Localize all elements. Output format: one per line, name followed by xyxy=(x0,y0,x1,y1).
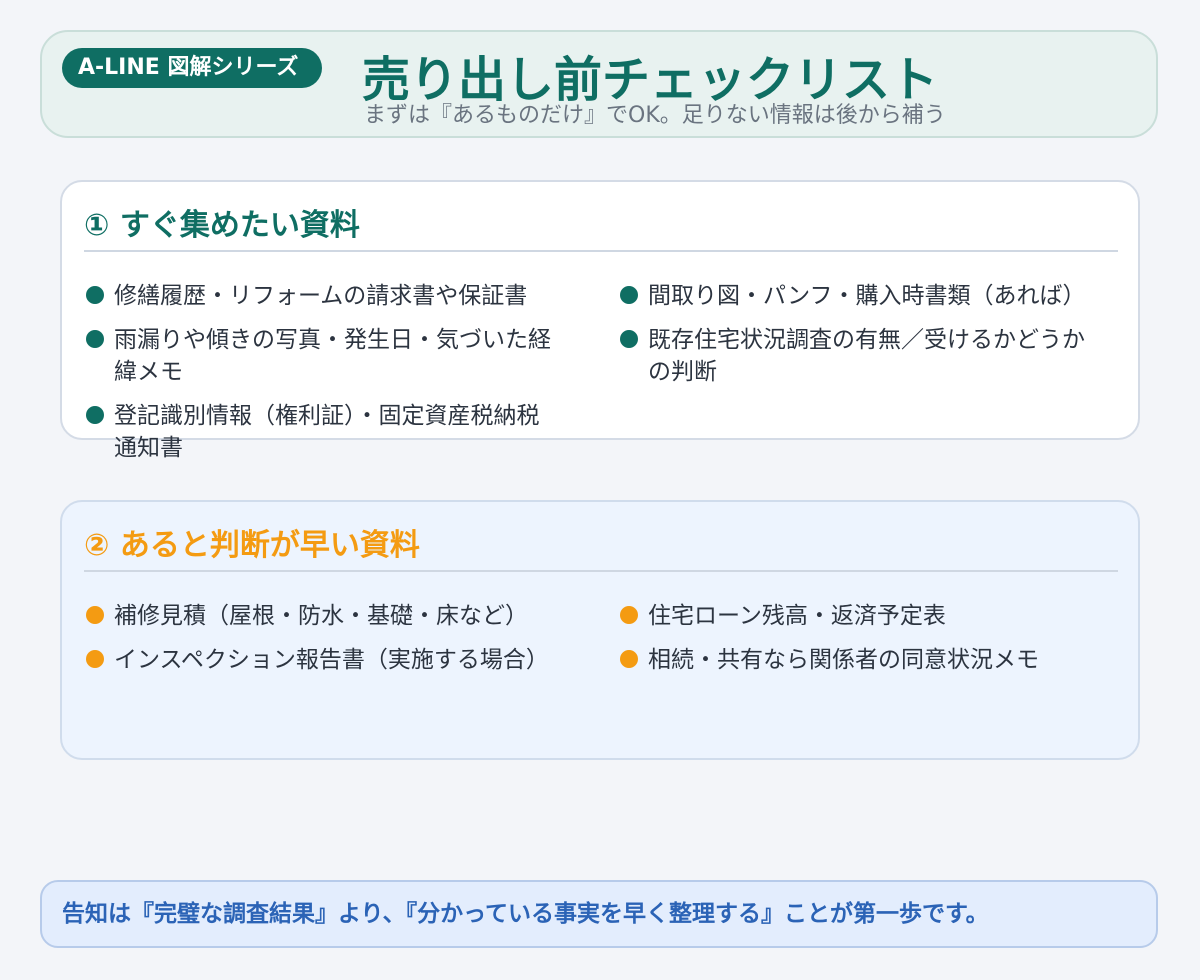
list-item: 住宅ローン残高・返済予定表 xyxy=(618,600,1088,632)
section-divider xyxy=(84,570,1118,572)
list-item: 登記識別情報（権利証）・固定資産税納税通知書 xyxy=(84,400,554,464)
list-item: 補修見積（屋根・防水・基礎・床など） xyxy=(84,600,554,632)
page-subtitle: まずは『あるものだけ』でOK。足りない情報は後から補う xyxy=(364,103,946,128)
list-item-text: 住宅ローン残高・返済予定表 xyxy=(648,603,946,629)
right-column: 間取り図・パンフ・購入時書類（あれば） 既存住宅状況調査の有無／受けるかどうかの… xyxy=(618,280,1088,400)
bullet-dot-icon xyxy=(86,606,104,624)
list-item: 相続・共有なら関係者の同意状況メモ xyxy=(618,644,1088,676)
footer-note: 告知は『完璧な調査結果』より、『分かっている事実を早く整理する』ことが第一歩です… xyxy=(40,880,1158,948)
list-item: インスペクション報告書（実施する場合） xyxy=(84,644,554,676)
bullet-dot-icon xyxy=(620,330,638,348)
list-item-text: 補修見積（屋根・防水・基礎・床など） xyxy=(114,603,528,629)
list-item-text: 間取り図・パンフ・購入時書類（あれば） xyxy=(648,283,1086,309)
list-item-text: 雨漏りや傾きの写真・発生日・気づいた経緯メモ xyxy=(114,327,551,385)
bullet-dot-icon xyxy=(620,650,638,668)
list-item: 間取り図・パンフ・購入時書類（あれば） xyxy=(618,280,1088,312)
list-item-text: 既存住宅状況調査の有無／受けるかどうかの判断 xyxy=(648,327,1085,385)
series-badge: A-LINE 図解シリーズ xyxy=(62,48,322,88)
right-column: 住宅ローン残高・返済予定表 相続・共有なら関係者の同意状況メモ xyxy=(618,600,1088,688)
footer-text: 告知は『完璧な調査結果』より、『分かっている事実を早く整理する』ことが第一歩です… xyxy=(62,901,989,927)
left-column: 補修見積（屋根・防水・基礎・床など） インスペクション報告書（実施する場合） xyxy=(84,600,554,688)
section-helpful-documents: ② あると判断が早い資料 補修見積（屋根・防水・基礎・床など） インスペクション… xyxy=(60,500,1140,760)
bullet-dot-icon xyxy=(86,406,104,424)
bullet-dot-icon xyxy=(86,330,104,348)
section-title: ① すぐ集めたい資料 xyxy=(84,208,360,243)
list-item: 雨漏りや傾きの写真・発生日・気づいた経緯メモ xyxy=(84,324,554,388)
section-divider xyxy=(84,250,1118,252)
header-panel: A-LINE 図解シリーズ 売り出し前チェックリスト まずは『あるものだけ』でO… xyxy=(40,30,1158,138)
list-item-text: 登記識別情報（権利証）・固定資産税納税通知書 xyxy=(114,403,540,461)
bullet-dot-icon xyxy=(86,650,104,668)
section-title: ② あると判断が早い資料 xyxy=(84,528,420,563)
left-column: 修繕履歴・リフォームの請求書や保証書 雨漏りや傾きの写真・発生日・気づいた経緯メ… xyxy=(84,280,554,476)
page-title: 売り出し前チェックリスト xyxy=(362,52,939,108)
section-immediate-documents: ① すぐ集めたい資料 修繕履歴・リフォームの請求書や保証書 雨漏りや傾きの写真・… xyxy=(60,180,1140,461)
list-item-text: 修繕履歴・リフォームの請求書や保証書 xyxy=(114,283,528,309)
bullet-dot-icon xyxy=(86,286,104,304)
list-item-text: 相続・共有なら関係者の同意状況メモ xyxy=(648,647,1039,673)
bullet-dot-icon xyxy=(620,606,638,624)
list-item: 既存住宅状況調査の有無／受けるかどうかの判断 xyxy=(618,324,1088,388)
list-item: 修繕履歴・リフォームの請求書や保証書 xyxy=(84,280,554,312)
bullet-dot-icon xyxy=(620,286,638,304)
list-item-text: インスペクション報告書（実施する場合） xyxy=(114,647,549,673)
